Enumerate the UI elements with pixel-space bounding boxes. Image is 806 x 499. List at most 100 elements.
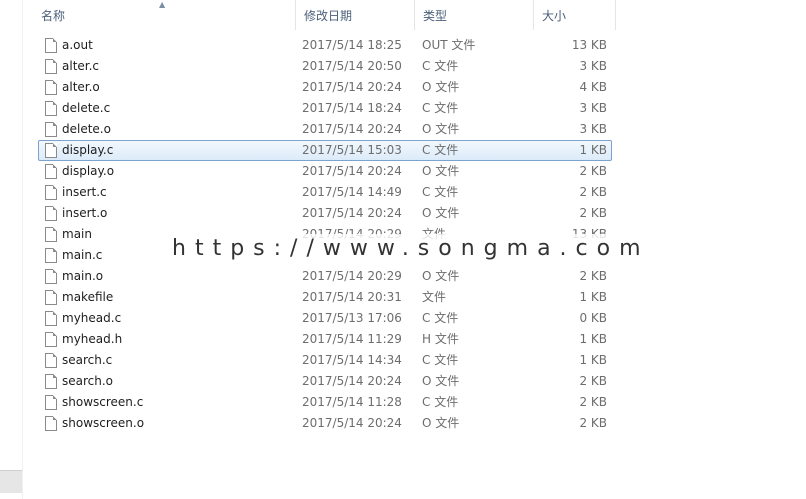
file-size: 0 KB	[579, 311, 607, 325]
file-icon	[45, 164, 57, 179]
file-icon	[45, 206, 57, 221]
navigation-scrollbar[interactable]	[0, 470, 22, 493]
file-type: H 文件	[422, 332, 459, 346]
file-size: 2 KB	[579, 164, 607, 178]
file-icon	[45, 143, 57, 158]
file-icon	[45, 80, 57, 95]
column-header-name[interactable]: ▲ 名称	[33, 0, 296, 30]
file-row[interactable]: showscreen.c 2017/5/14 11:28 C 文件 2 KB	[38, 392, 612, 413]
file-name: display.o	[62, 164, 115, 178]
file-size: 1 KB	[579, 353, 607, 367]
file-row[interactable]: delete.o 2017/5/14 20:24 O 文件 3 KB	[38, 119, 612, 140]
file-type: O 文件	[422, 269, 460, 283]
file-modified-date: 2017/5/14 20:29	[302, 269, 402, 283]
file-name: makefile	[62, 290, 114, 304]
file-modified-date: 2017/5/14 18:25	[302, 38, 402, 52]
file-name: showscreen.c	[62, 395, 144, 409]
file-row[interactable]: main.o 2017/5/14 20:29 O 文件 2 KB	[38, 266, 612, 287]
file-type: C 文件	[422, 311, 459, 325]
file-row[interactable]: makefile 2017/5/14 20:31 文件 1 KB	[38, 287, 612, 308]
file-icon	[45, 122, 57, 137]
column-header-date[interactable]: 修改日期	[296, 0, 415, 30]
file-type: OUT 文件	[422, 38, 476, 52]
column-header-size[interactable]: 大小	[534, 0, 616, 30]
file-name: insert.o	[62, 206, 108, 220]
file-row[interactable]: display.o 2017/5/14 20:24 O 文件 2 KB	[38, 161, 612, 182]
file-size: 2 KB	[579, 185, 607, 199]
file-modified-date: 2017/5/14 14:34	[302, 353, 402, 367]
file-name: showscreen.o	[62, 416, 145, 430]
file-name: search.o	[62, 374, 114, 388]
file-size: 1 KB	[579, 332, 607, 346]
file-row[interactable]: insert.c 2017/5/14 14:49 C 文件 2 KB	[38, 182, 612, 203]
file-row[interactable]: myhead.h 2017/5/14 11:29 H 文件 1 KB	[38, 329, 612, 350]
file-type: C 文件	[422, 395, 459, 409]
file-icon	[45, 227, 57, 242]
file-type: C 文件	[422, 59, 459, 73]
file-name: insert.c	[62, 185, 107, 199]
file-modified-date: 2017/5/14 20:24	[302, 206, 402, 220]
file-row[interactable]: insert.o 2017/5/14 20:24 O 文件 2 KB	[38, 203, 612, 224]
file-modified-date: 2017/5/14 20:50	[302, 59, 402, 73]
file-explorer-window: ▲ 名称 修改日期 类型 大小 a.out 2017/5/14 18:25 OUT …	[0, 0, 806, 499]
column-header: ▲ 名称 修改日期 类型 大小	[33, 0, 616, 30]
column-header-date-label: 修改日期	[304, 9, 353, 23]
file-row[interactable]: myhead.c 2017/5/13 17:06 C 文件 0 KB	[38, 308, 612, 329]
file-name: alter.o	[62, 80, 100, 94]
column-header-size-label: 大小	[542, 9, 567, 23]
file-size: 2 KB	[579, 416, 607, 430]
file-type: O 文件	[422, 164, 460, 178]
file-size: 3 KB	[579, 101, 607, 115]
file-modified-date: 2017/5/14 20:24	[302, 164, 402, 178]
file-type: O 文件	[422, 416, 460, 430]
file-icon	[45, 374, 57, 389]
file-row[interactable]: search.c 2017/5/14 14:34 C 文件 1 KB	[38, 350, 612, 371]
file-icon	[45, 332, 57, 347]
file-row[interactable]: display.c 2017/5/14 15:03 C 文件 1 KB	[38, 140, 612, 161]
file-icon	[45, 185, 57, 200]
file-size: 1 KB	[579, 143, 607, 157]
file-modified-date: 2017/5/14 18:24	[302, 101, 402, 115]
file-row[interactable]: delete.c 2017/5/14 18:24 C 文件 3 KB	[38, 98, 612, 119]
navigation-pane-edge	[0, 0, 23, 499]
file-icon	[45, 38, 57, 53]
file-name: display.c	[62, 143, 114, 157]
file-modified-date: 2017/5/14 11:28	[302, 395, 402, 409]
file-row[interactable]: alter.c 2017/5/14 20:50 C 文件 3 KB	[38, 56, 612, 77]
file-icon	[45, 353, 57, 368]
file-modified-date: 2017/5/14 11:29	[302, 332, 402, 346]
file-type: C 文件	[422, 353, 459, 367]
file-icon	[45, 290, 57, 305]
file-modified-date: 2017/5/14 14:49	[302, 185, 402, 199]
sort-up-icon: ▲	[159, 0, 166, 9]
file-icon	[45, 269, 57, 284]
file-row[interactable]: a.out 2017/5/14 18:25 OUT 文件 13 KB	[38, 35, 612, 56]
file-type: O 文件	[422, 206, 460, 220]
file-row[interactable]: search.o 2017/5/14 20:24 O 文件 2 KB	[38, 371, 612, 392]
file-name: myhead.c	[62, 311, 122, 325]
file-icon	[45, 311, 57, 326]
file-name: search.c	[62, 353, 113, 367]
column-header-name-label: 名称	[41, 9, 66, 23]
file-name: alter.c	[62, 59, 100, 73]
file-type: C 文件	[422, 143, 459, 157]
file-modified-date: 2017/5/14 20:24	[302, 80, 402, 94]
file-size: 2 KB	[579, 374, 607, 388]
file-row[interactable]: showscreen.o 2017/5/14 20:24 O 文件 2 KB	[38, 413, 612, 434]
file-size: 3 KB	[579, 59, 607, 73]
file-modified-date: 2017/5/14 20:24	[302, 374, 402, 388]
file-size: 2 KB	[579, 206, 607, 220]
file-modified-date: 2017/5/14 20:31	[302, 290, 402, 304]
file-type: 文件	[422, 290, 447, 304]
file-name: delete.c	[62, 101, 111, 115]
file-row[interactable]: alter.o 2017/5/14 20:24 O 文件 4 KB	[38, 77, 612, 98]
file-size: 2 KB	[579, 269, 607, 283]
file-name: main.o	[62, 269, 104, 283]
file-modified-date: 2017/5/14 20:24	[302, 416, 402, 430]
file-name: a.out	[62, 38, 93, 52]
file-icon	[45, 59, 57, 74]
file-icon	[45, 101, 57, 116]
column-header-type[interactable]: 类型	[415, 0, 534, 30]
file-modified-date: 2017/5/13 17:06	[302, 311, 402, 325]
watermark: https://www.songma.com	[172, 234, 641, 264]
